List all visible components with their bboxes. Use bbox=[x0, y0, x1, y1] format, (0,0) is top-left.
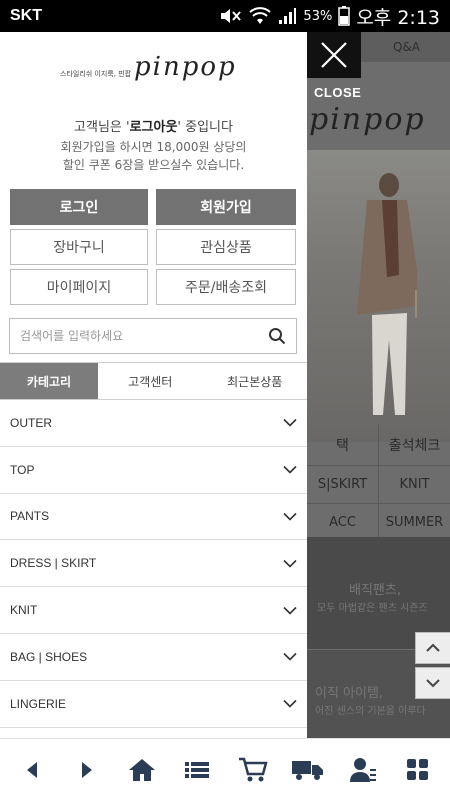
forward-button[interactable] bbox=[67, 750, 107, 790]
category-item-outer[interactable]: OUTER bbox=[0, 400, 307, 447]
delivery-button[interactable] bbox=[288, 750, 328, 790]
wifi-icon bbox=[249, 7, 272, 24]
order-tracking-button[interactable]: 주문/배송조회 bbox=[156, 269, 296, 305]
chevron-down-icon bbox=[283, 700, 297, 708]
scroll-up-button[interactable] bbox=[415, 632, 450, 664]
category-item-top[interactable]: TOP bbox=[0, 447, 307, 494]
drawer-tabs: 카테고리 고객센터 최근본상품 bbox=[0, 362, 307, 400]
carrier-name: SKT bbox=[10, 7, 42, 24]
join-button[interactable]: 회원가입 bbox=[156, 189, 296, 225]
scroll-down-button[interactable] bbox=[415, 667, 450, 699]
chevron-down-icon bbox=[283, 512, 297, 521]
category-item-lingerie[interactable]: LINGERIE bbox=[0, 681, 307, 728]
tab-recently-viewed[interactable]: 최근본상품 bbox=[203, 363, 308, 399]
brand-tagline: 스타일리쉬 이지룩, 핀팝 bbox=[60, 70, 132, 78]
chevron-up-icon bbox=[426, 643, 440, 652]
qna-link: Q&A bbox=[393, 40, 421, 54]
battery-icon bbox=[338, 6, 351, 26]
category-item-pants[interactable]: PANTS bbox=[0, 494, 307, 541]
delivery-truck-icon bbox=[291, 760, 323, 780]
close-button[interactable] bbox=[307, 32, 361, 78]
chevron-down-icon bbox=[283, 559, 297, 568]
account-button[interactable] bbox=[343, 750, 383, 790]
brand-logo[interactable]: pinpop bbox=[134, 52, 237, 82]
grid-icon bbox=[407, 758, 429, 780]
wishlist-button[interactable]: 관심상품 bbox=[156, 229, 296, 265]
chevron-down-icon bbox=[283, 466, 297, 474]
side-drawer: 스타일리쉬 이지룩, 핀팝 pinpop 고객님은 '로그아웃' 중입니다 회원… bbox=[0, 32, 307, 738]
category-item-bag-shoes[interactable]: BAG | SHOES bbox=[0, 634, 307, 681]
login-status-text: 고객님은 '로그아웃' 중입니다 bbox=[74, 120, 233, 135]
login-button[interactable]: 로그인 bbox=[10, 189, 148, 225]
mute-icon bbox=[221, 9, 242, 23]
close-icon bbox=[321, 42, 347, 68]
back-icon bbox=[26, 761, 37, 778]
status-bar: SKT 53% 오후 2:13 bbox=[0, 0, 450, 32]
brand-header: 스타일리쉬 이지룩, 핀팝 pinpop bbox=[0, 52, 307, 88]
back-button[interactable] bbox=[12, 750, 52, 790]
model-figure bbox=[357, 173, 417, 415]
search-input[interactable] bbox=[20, 329, 268, 343]
category-item-knit[interactable]: KNIT bbox=[0, 587, 307, 634]
tab-customer-center[interactable]: 고객센터 bbox=[98, 363, 203, 399]
bottom-nav-bar bbox=[0, 738, 450, 800]
grid-menu-button[interactable] bbox=[398, 750, 438, 790]
clock: 오후 2:13 bbox=[356, 6, 440, 29]
mypage-button[interactable]: 마이페이지 bbox=[10, 269, 148, 305]
close-label[interactable]: CLOSE bbox=[314, 85, 361, 100]
cart-icon bbox=[238, 757, 268, 781]
chevron-down-icon bbox=[283, 606, 297, 615]
cart-button[interactable]: 장바구니 bbox=[10, 229, 148, 265]
tab-category[interactable]: 카테고리 bbox=[0, 363, 98, 399]
account-icon bbox=[350, 757, 377, 782]
signal-icon bbox=[279, 8, 297, 24]
home-button[interactable] bbox=[122, 750, 162, 790]
cart-nav-button[interactable] bbox=[233, 750, 273, 790]
chevron-down-icon bbox=[283, 653, 297, 662]
chevron-down-icon bbox=[283, 419, 297, 428]
signup-promo-text: 회원가입을 하시면 18,000원 상당의 할인 쿠폰 6장을 받으실수 있습니… bbox=[60, 140, 247, 172]
category-item-dress-skirt[interactable]: DRESS | SKIRT bbox=[0, 540, 307, 588]
background-page: Q&A pinpop 택 출석체크 S|SKIRT KNIT ACC SUMME… bbox=[307, 32, 450, 738]
search-icon[interactable] bbox=[268, 327, 286, 345]
menu-list-button[interactable] bbox=[177, 750, 217, 790]
home-icon bbox=[129, 758, 156, 781]
battery-percent: 53% bbox=[303, 8, 333, 24]
background-menu: 택 출석체크 S|SKIRT KNIT ACC SUMMER bbox=[307, 424, 450, 542]
login-status: 로그아웃 bbox=[129, 120, 178, 135]
background-logo: pinpop bbox=[309, 102, 426, 137]
category-list: OUTER TOP PANTS DRESS | SKIRT KNIT BAG |… bbox=[0, 400, 307, 728]
forward-icon bbox=[81, 761, 92, 778]
menu-list-icon bbox=[185, 761, 210, 778]
chevron-down-icon bbox=[426, 679, 440, 688]
search-box bbox=[9, 318, 297, 354]
hero-image bbox=[307, 150, 450, 442]
